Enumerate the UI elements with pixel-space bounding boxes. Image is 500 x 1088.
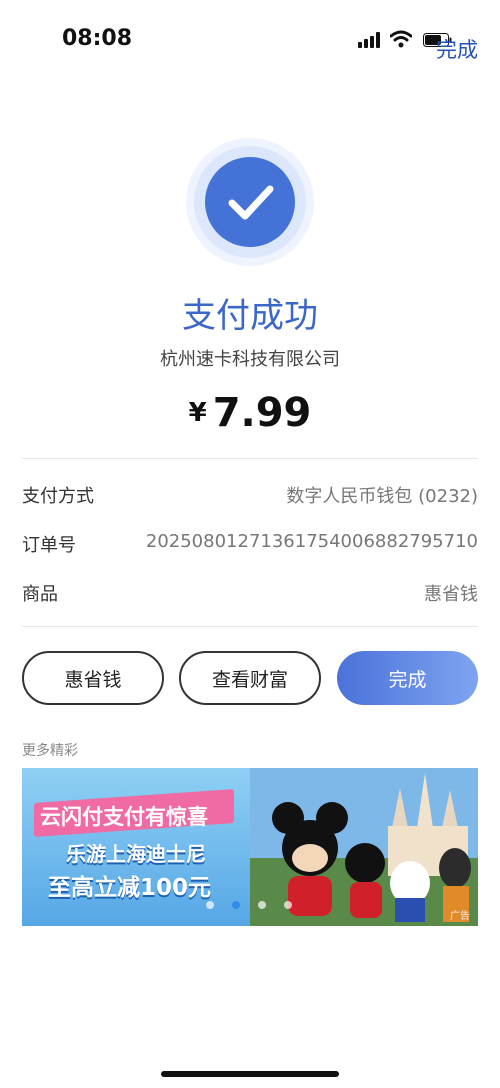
- detail-row-order-number: 订单号 2025080127136175400688279571​0: [22, 531, 478, 561]
- banner-ribbon-text: 云闪付支付有惊喜: [40, 805, 208, 829]
- payment-amount: ¥7.99: [0, 390, 500, 436]
- carousel-dot[interactable]: [284, 901, 292, 909]
- success-check-icon: [186, 138, 314, 266]
- banner-line-2: 至高立减100元: [48, 875, 212, 901]
- promo-banner[interactable]: 云闪付支付有惊喜 乐游上海迪士尼 至高立减100元 广告: [22, 768, 478, 926]
- banner-line-1: 乐游上海迪士尼: [66, 842, 206, 866]
- section-label-more: 更多精彩: [22, 743, 78, 759]
- carousel-dot-active[interactable]: [232, 901, 240, 909]
- detail-value: 2025080127136175400688279571​0: [145, 531, 478, 552]
- detail-label: 商品: [22, 584, 58, 605]
- status-bar: 08:08 完成: [0, 0, 500, 80]
- detail-value: 惠省钱: [424, 584, 478, 605]
- merchant-name: 杭州速卡科技有限公司: [160, 349, 340, 370]
- ad-tag: 广告: [450, 911, 470, 922]
- status-time: 08:08: [62, 26, 133, 51]
- detail-row-payment-method: 支付方式 数字人民币钱包 (0232): [22, 482, 478, 512]
- divider: [22, 458, 478, 459]
- payment-status-title: 支付成功: [182, 296, 318, 336]
- detail-row-product: 商品 惠省钱: [22, 580, 478, 610]
- done-button[interactable]: 完成: [337, 651, 478, 705]
- nav-done-button[interactable]: 完成: [436, 34, 478, 64]
- amount-value: 7.99: [212, 390, 312, 436]
- carousel-dot[interactable]: [206, 901, 214, 909]
- carousel-dot[interactable]: [258, 901, 266, 909]
- view-wealth-button[interactable]: 查看财富: [179, 651, 321, 705]
- detail-value: 数字人民币钱包 (0232): [286, 486, 478, 507]
- divider: [22, 626, 478, 627]
- currency-symbol: ¥: [188, 398, 207, 428]
- wifi-icon: [390, 30, 412, 48]
- detail-label: 订单号: [22, 535, 76, 556]
- home-indicator[interactable]: [161, 1071, 339, 1077]
- cellular-signal-icon: [358, 32, 380, 48]
- huishengqian-button[interactable]: 惠省钱: [22, 651, 164, 705]
- banner-promo-panel: 云闪付支付有惊喜 乐游上海迪士尼 至高立减100元: [22, 768, 250, 926]
- detail-label: 支付方式: [22, 486, 94, 507]
